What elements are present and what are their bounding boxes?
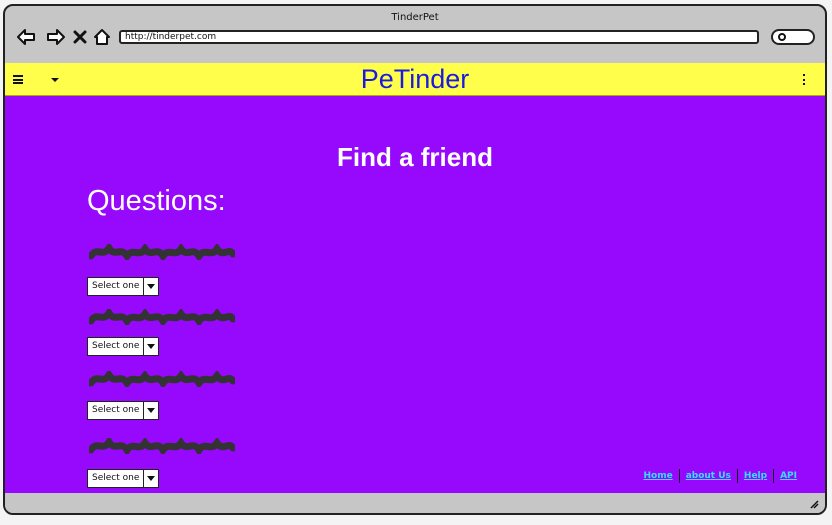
browser-search-button[interactable] [771, 29, 815, 45]
stop-button[interactable] [69, 26, 91, 48]
footer-divider [773, 469, 775, 483]
chevron-down-icon[interactable] [143, 470, 158, 487]
footer-links: Home about Us Help API [643, 469, 797, 483]
window-title: TinderPet [391, 12, 439, 23]
question-text-placeholder [89, 371, 235, 387]
home-icon [94, 29, 110, 45]
forward-button[interactable] [45, 26, 67, 48]
question-select-1[interactable]: Select one [87, 277, 159, 296]
footer-divider [678, 469, 680, 483]
chevron-down-icon[interactable] [143, 402, 158, 419]
home-button[interactable] [91, 26, 113, 48]
question-text-placeholder [89, 244, 235, 260]
select-value: Select one [92, 405, 140, 415]
address-bar[interactable]: http://tinderpet.com [119, 30, 759, 44]
footer-link-api[interactable]: API [780, 471, 797, 481]
question-text-placeholder [89, 309, 235, 325]
question-text-placeholder [89, 438, 235, 454]
question-select-2[interactable]: Select one [87, 337, 159, 356]
resize-grip-icon[interactable] [809, 499, 819, 509]
chevron-down-icon[interactable] [143, 338, 158, 355]
browser-window: TinderPet http://tinderpet.com PeTinder [3, 4, 827, 515]
select-value: Select one [92, 281, 140, 291]
question-select-3[interactable]: Select one [87, 401, 159, 420]
kebab-menu-icon[interactable] [802, 74, 806, 85]
questions-title: Questions: [87, 185, 226, 217]
app-bar: PeTinder [5, 63, 825, 96]
status-bar [5, 493, 825, 513]
chevron-down-icon[interactable] [143, 278, 158, 295]
question-select-4[interactable]: Select one [87, 469, 159, 488]
footer-divider [736, 469, 738, 483]
brand-title: PeTinder [360, 64, 470, 94]
search-icon [778, 33, 786, 41]
close-icon [73, 30, 87, 44]
page-content: PeTinder Find a friend Questions: Select… [5, 63, 825, 493]
select-value: Select one [92, 341, 140, 351]
footer-link-about-us[interactable]: about Us [686, 471, 731, 481]
forward-arrow-icon [47, 29, 65, 45]
footer-link-help[interactable]: Help [744, 471, 767, 481]
footer-link-home[interactable]: Home [643, 471, 672, 481]
back-arrow-icon [17, 29, 35, 45]
select-value: Select one [92, 473, 140, 483]
page-heading: Find a friend [337, 142, 493, 172]
back-button[interactable] [15, 26, 37, 48]
